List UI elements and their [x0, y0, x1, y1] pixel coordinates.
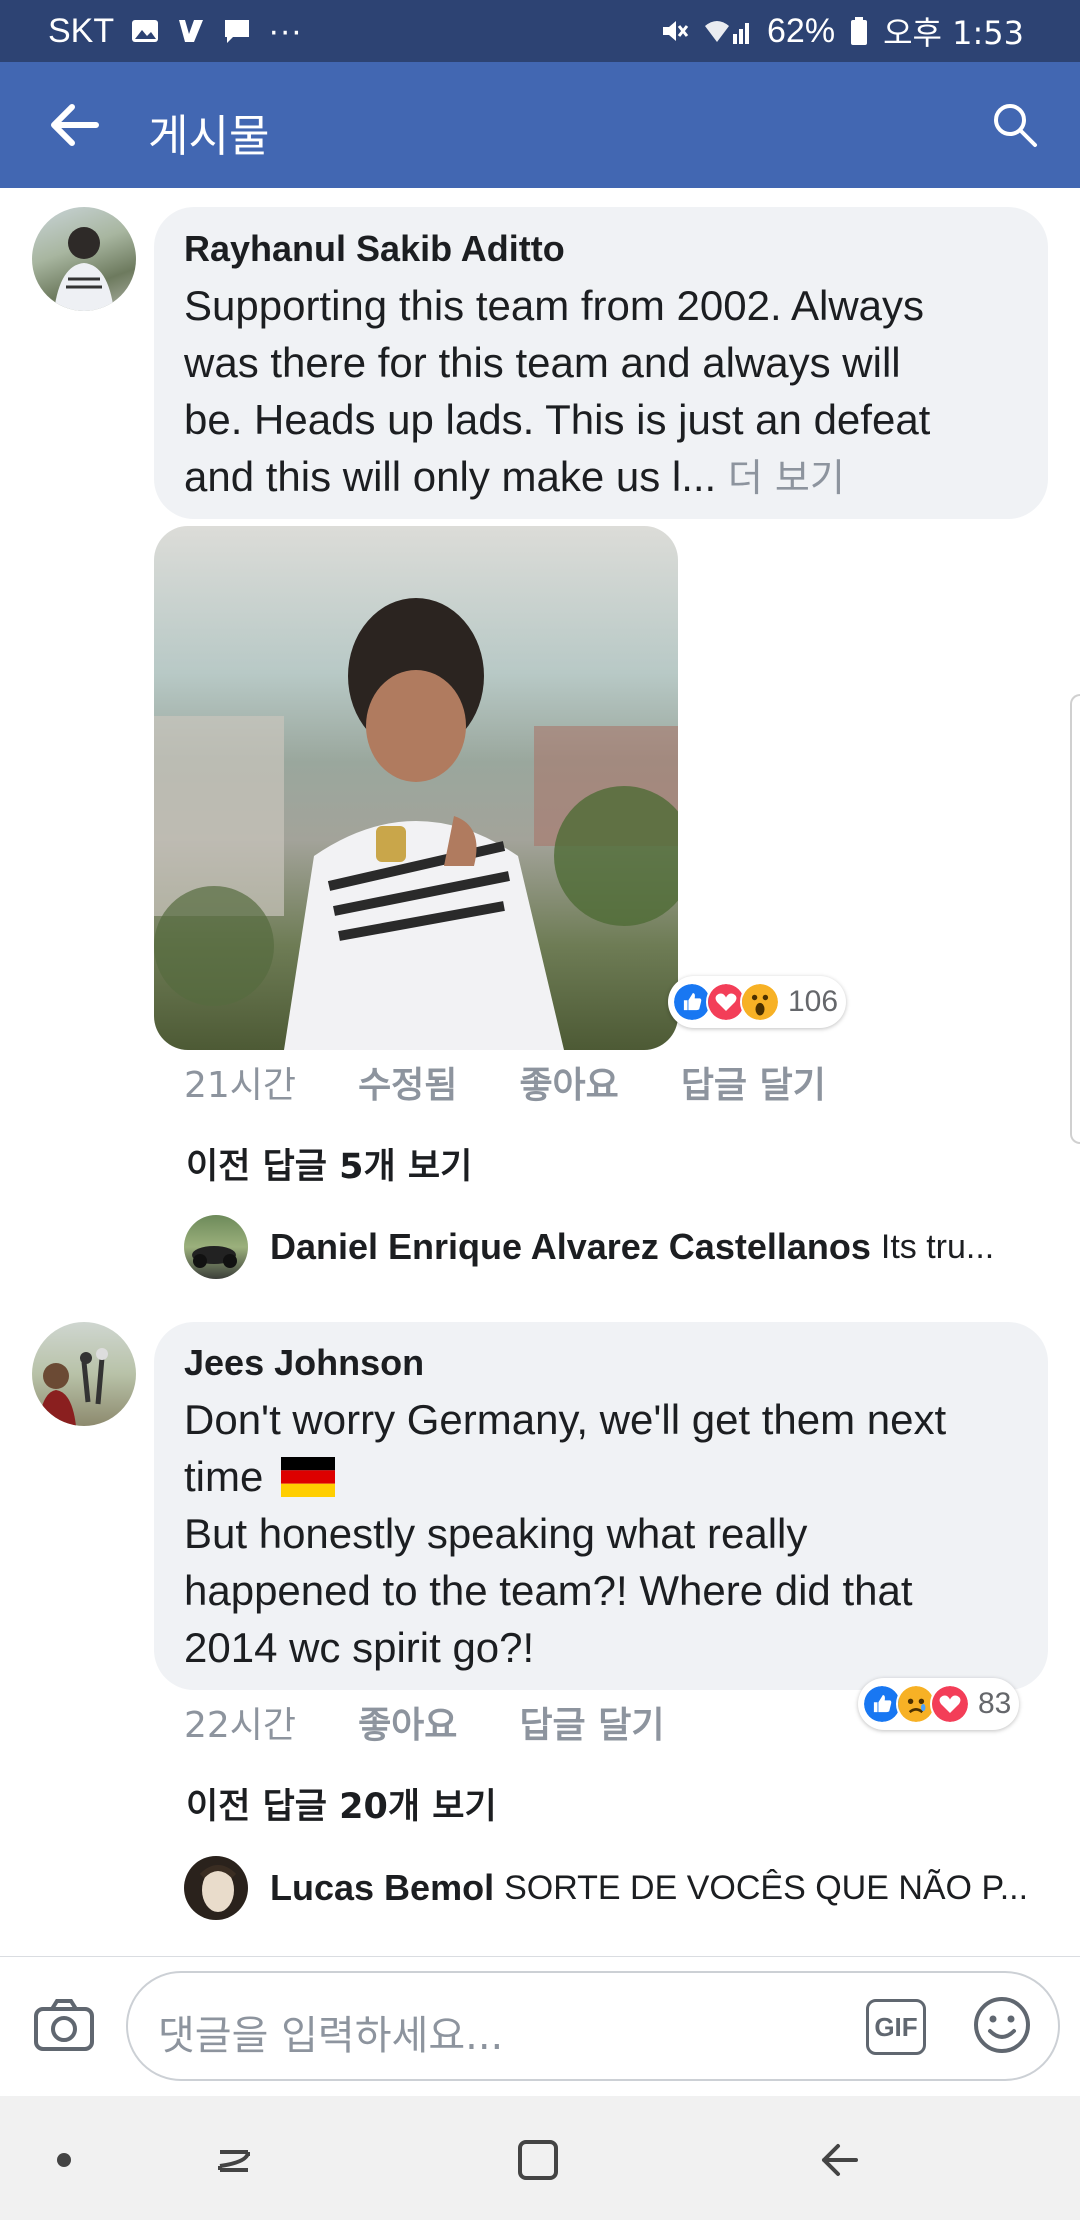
mute-icon [663, 21, 689, 41]
reply-preview[interactable]: Daniel Enrique Alvarez Castellanos Its t… [184, 1215, 1040, 1279]
wow-reaction-icon [740, 982, 780, 1022]
comment-composer: 댓글을 입력하세요... GIF [0, 1956, 1080, 2096]
see-more-link[interactable]: 더 보기 [728, 456, 845, 500]
comment-text: Don't worry Germany, we'll get them next… [184, 1391, 1034, 1676]
reply-button[interactable]: 답글 달기 [519, 1696, 664, 1748]
comment-text: Supporting this team from 2002. Always w… [184, 277, 1034, 507]
home-icon[interactable] [510, 2132, 566, 2188]
arrow-left-icon[interactable] [48, 98, 102, 152]
reply-button[interactable]: 답글 달기 [681, 1056, 826, 1108]
comment-line: Don't worry Germany, we'll get them next [184, 1396, 947, 1443]
battery-icon [851, 17, 868, 45]
comment-line: Supporting this team from 2002. Always [184, 282, 925, 329]
comment-line: and this will only make us l... 더 보기 [184, 448, 1034, 507]
avatar[interactable] [32, 1322, 136, 1426]
view-previous-replies[interactable]: 이전 답글 20개 보기 [186, 1778, 497, 1829]
reply-avatar [184, 1856, 248, 1920]
app-bar: 게시물 [0, 62, 1080, 188]
comment-line-text: and this will only make us l... [184, 453, 717, 500]
reply-text: SORTE DE VOCÊS QUE NÃO P... [504, 1868, 1029, 1907]
status-bar: SKT ··· 62% 오후 1:53 [0, 0, 1080, 62]
comment-meta: 21시간 수정됨 좋아요 답글 달기 [184, 1056, 826, 1108]
edited-label[interactable]: 수정됨 [358, 1056, 457, 1108]
reply-text: Its tru... [880, 1227, 995, 1266]
comment-input-placeholder: 댓글을 입력하세요... [158, 2013, 504, 2059]
comment-line: time [184, 1448, 1034, 1505]
avatar[interactable] [32, 207, 136, 311]
reaction-count: 83 [978, 1687, 1012, 1720]
emoji-icon[interactable] [972, 1995, 1032, 2055]
search-icon[interactable] [990, 100, 1040, 150]
comment-line: happened to the team?! Where did that [184, 1567, 913, 1614]
reply-author[interactable]: Daniel Enrique Alvarez Castellanos [270, 1226, 871, 1268]
germany-flag-icon [281, 1457, 336, 1497]
more-notifications: ··· [268, 11, 303, 50]
like-button[interactable]: 좋아요 [358, 1696, 457, 1748]
comment-author[interactable]: Rayhanul Sakib Aditto [184, 228, 565, 270]
love-reaction-icon [930, 1684, 970, 1724]
back-icon[interactable] [812, 2132, 868, 2188]
comment-line: 2014 wc spirit go?! [184, 1624, 535, 1671]
app-notification-icon [179, 20, 204, 42]
recent-apps-icon[interactable] [206, 2132, 262, 2188]
view-previous-replies[interactable]: 이전 답글 5개 보기 [186, 1138, 472, 1189]
message-icon [225, 20, 250, 43]
comment-line: was there for this team and always will [184, 339, 901, 386]
reply-avatar [184, 1215, 248, 1279]
reaction-summary[interactable]: 83 [858, 1678, 1020, 1730]
comment-meta: 22시간 좋아요 답글 달기 [184, 1696, 664, 1748]
nav-dot-icon[interactable] [36, 2132, 92, 2188]
system-navigation-bar [0, 2096, 1080, 2220]
comment-time: 22시간 [184, 1705, 297, 1746]
page-title: 게시물 [148, 111, 270, 162]
camera-icon[interactable] [32, 1995, 96, 2055]
carrier-label: SKT [48, 11, 115, 50]
comment-author[interactable]: Jees Johnson [184, 1342, 424, 1384]
clock: 오후 1:53 [883, 14, 1024, 52]
reaction-count: 106 [788, 985, 839, 1018]
gallery-icon [132, 20, 159, 42]
like-button[interactable]: 좋아요 [519, 1056, 618, 1108]
reaction-summary[interactable]: 106 [668, 976, 847, 1028]
wifi-signal-icon [705, 21, 750, 44]
reply-preview[interactable]: Lucas Bemol SORTE DE VOCÊS QUE NÃO P... [184, 1856, 1040, 1920]
battery-percent: 62% [767, 11, 836, 50]
comment-line: But honestly speaking what really [184, 1510, 808, 1557]
comment-time: 21시간 [184, 1065, 297, 1106]
scrollbar[interactable] [1070, 694, 1080, 1144]
comment-input[interactable]: 댓글을 입력하세요... GIF [126, 1971, 1060, 2081]
reply-author[interactable]: Lucas Bemol [270, 1867, 494, 1909]
gif-button[interactable]: GIF [866, 1999, 926, 2055]
comment-line: be. Heads up lads. This is just an defea… [184, 396, 931, 443]
comment-photo[interactable] [154, 526, 678, 1050]
comment-line-text: time [184, 1453, 264, 1500]
